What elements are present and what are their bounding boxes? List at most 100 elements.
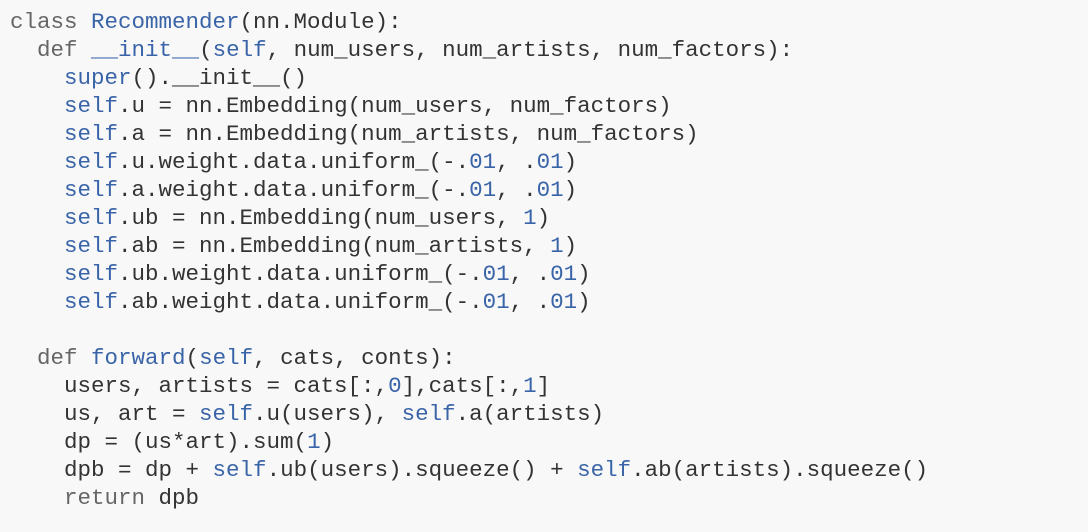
code-keyword: def <box>37 345 92 371</box>
code-text: .a(artists) <box>455 401 605 427</box>
code-text: ] <box>536 373 551 399</box>
code-line: self.ab.weight.data.uniform_(-.01, .01) <box>10 288 1088 316</box>
code-line: super().__init__() <box>10 64 1088 92</box>
code-self: self <box>199 345 254 371</box>
code-line: self.ub.weight.data.uniform_(-.01, .01) <box>10 260 1088 288</box>
code-text: dpb = dp + <box>10 457 213 483</box>
code-self: self <box>64 205 119 231</box>
code-text: ().__init__() <box>131 65 308 91</box>
code-line: class Recommender(nn.Module): <box>10 8 1088 36</box>
code-self: self <box>212 37 267 63</box>
code-identifier: __init__ <box>91 37 200 63</box>
code-text: , cats, conts): <box>253 345 456 371</box>
code-self: self <box>64 233 119 259</box>
code-self: self <box>212 457 267 483</box>
code-identifier: Recommender <box>91 9 240 35</box>
code-line: self.u = nn.Embedding(num_users, num_fac… <box>10 92 1088 120</box>
code-text: ) <box>320 429 335 455</box>
code-text: .a.weight.data.uniform_(-. <box>118 177 470 203</box>
code-text: ( <box>199 37 213 63</box>
code-text: .ub.weight.data.uniform_(-. <box>118 261 483 287</box>
code-self: self <box>64 177 119 203</box>
code-self: super <box>64 65 132 91</box>
code-number: 1 <box>523 373 537 399</box>
code-number: 01 <box>550 261 578 287</box>
code-text: .u = nn.Embedding(num_users, num_factors… <box>118 93 672 119</box>
code-line: self.u.weight.data.uniform_(-.01, .01) <box>10 148 1088 176</box>
code-line: us, art = self.u(users), self.a(artists) <box>10 400 1088 428</box>
code-text: us, art = <box>10 401 200 427</box>
code-identifier: forward <box>91 345 186 371</box>
code-text: (nn.Module): <box>239 9 402 35</box>
code-keyword: return <box>64 485 159 511</box>
code-number: 01 <box>482 261 510 287</box>
code-line: self.a.weight.data.uniform_(-.01, .01) <box>10 176 1088 204</box>
code-text: , num_users, num_artists, num_factors): <box>266 37 794 63</box>
code-text: ) <box>536 205 551 231</box>
code-text: , . <box>509 261 551 287</box>
code-keyword: def <box>37 37 92 63</box>
code-number: 01 <box>550 289 578 315</box>
code-line: self.ab = nn.Embedding(num_artists, 1) <box>10 232 1088 260</box>
code-text: ) <box>577 261 591 287</box>
code-text: .u(users), <box>253 401 402 427</box>
code-text: ) <box>577 289 591 315</box>
code-block: class Recommender(nn.Module): def __init… <box>0 0 1088 532</box>
code-self: self <box>64 93 119 119</box>
code-line: return dpb <box>10 484 1088 512</box>
code-text: , . <box>496 177 537 203</box>
code-text: ) <box>563 149 578 175</box>
code-number: 01 <box>536 177 564 203</box>
code-text: users, artists = cats[:, <box>10 373 389 399</box>
code-text: .a = nn.Embedding(num_artists, num_facto… <box>118 121 699 147</box>
code-line: def __init__(self, num_users, num_artist… <box>10 36 1088 64</box>
code-text: , . <box>509 289 551 315</box>
code-self: self <box>577 457 632 483</box>
code-line: dpb = dp + self.ub(users).squeeze() + se… <box>10 456 1088 484</box>
code-self: self <box>64 261 119 287</box>
code-text: ) <box>563 177 578 203</box>
code-keyword: class <box>10 9 92 35</box>
code-number: 1 <box>550 233 564 259</box>
code-text: .u.weight.data.uniform_(-. <box>118 149 470 175</box>
code-text: ( <box>185 345 200 371</box>
code-line: self.a = nn.Embedding(num_artists, num_f… <box>10 120 1088 148</box>
code-number: 1 <box>307 429 321 455</box>
code-text: .ab.weight.data.uniform_(-. <box>118 289 483 315</box>
code-number: 0 <box>388 373 402 399</box>
code-line: def forward(self, cats, conts): <box>10 344 1088 372</box>
code-text: .ub = nn.Embedding(num_users, <box>118 205 524 231</box>
code-text: .ab = nn.Embedding(num_artists, <box>118 233 551 259</box>
code-line: self.ub = nn.Embedding(num_users, 1) <box>10 204 1088 232</box>
code-self: self <box>199 401 254 427</box>
code-line: dp = (us*art).sum(1) <box>10 428 1088 456</box>
code-text: dpb <box>158 485 200 511</box>
code-self: self <box>64 121 119 147</box>
code-number: 01 <box>482 289 510 315</box>
code-text: dp = (us*art).sum( <box>10 429 308 455</box>
code-self: self <box>64 149 119 175</box>
code-self: self <box>64 289 119 315</box>
code-text: ) <box>563 233 578 259</box>
code-number: 1 <box>523 205 537 231</box>
code-text: .ub(users).squeeze() + <box>266 457 578 483</box>
code-line: users, artists = cats[:,0],cats[:,1] <box>10 372 1088 400</box>
code-number: 01 <box>469 149 497 175</box>
code-number: 01 <box>536 149 564 175</box>
code-text: ],cats[:, <box>401 373 524 399</box>
code-self: self <box>401 401 456 427</box>
code-number: 01 <box>469 177 497 203</box>
